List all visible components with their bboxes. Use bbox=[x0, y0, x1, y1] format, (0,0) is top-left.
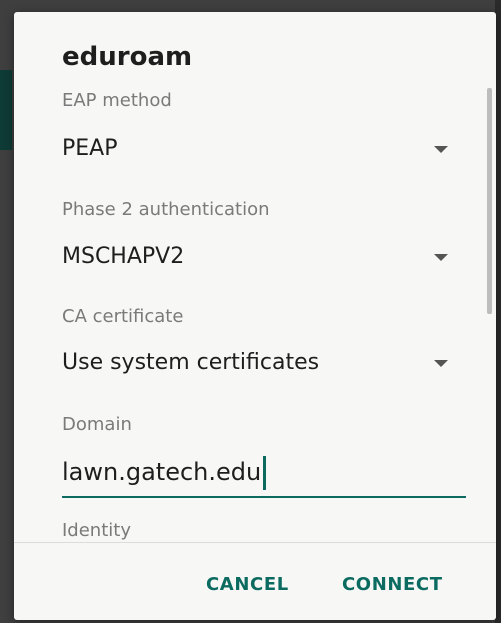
phase2-auth-dropdown[interactable]: MSCHAPV2 bbox=[62, 240, 448, 276]
scrollbar-thumb[interactable] bbox=[487, 88, 492, 314]
identity-label: Identity bbox=[62, 520, 131, 541]
caret-down-icon bbox=[434, 254, 448, 261]
caret-down-icon bbox=[434, 146, 448, 153]
button-bar-divider bbox=[14, 542, 496, 543]
eap-method-label: EAP method bbox=[62, 90, 172, 111]
ca-certificate-dropdown[interactable]: Use system certificates bbox=[62, 346, 448, 382]
phase2-auth-value: MSCHAPV2 bbox=[62, 244, 185, 269]
cancel-button[interactable]: CANCEL bbox=[200, 570, 295, 599]
background-app-strip bbox=[0, 70, 12, 150]
eap-method-value: PEAP bbox=[62, 136, 118, 161]
domain-input-container bbox=[62, 452, 466, 498]
text-cursor bbox=[263, 456, 266, 490]
wifi-config-dialog: eduroam EAP method PEAP Phase 2 authenti… bbox=[14, 12, 496, 620]
connect-button[interactable]: CONNECT bbox=[336, 570, 449, 599]
domain-label: Domain bbox=[62, 414, 132, 435]
dialog-scroll-region[interactable]: eduroam EAP method PEAP Phase 2 authenti… bbox=[14, 12, 496, 542]
ca-certificate-label: CA certificate bbox=[62, 306, 184, 327]
phase2-auth-label: Phase 2 authentication bbox=[62, 199, 270, 220]
eap-method-dropdown[interactable]: PEAP bbox=[62, 132, 448, 168]
ca-certificate-value: Use system certificates bbox=[62, 350, 320, 375]
caret-down-icon bbox=[434, 360, 448, 367]
domain-input[interactable] bbox=[62, 452, 462, 492]
dialog-title: eduroam bbox=[62, 42, 193, 72]
